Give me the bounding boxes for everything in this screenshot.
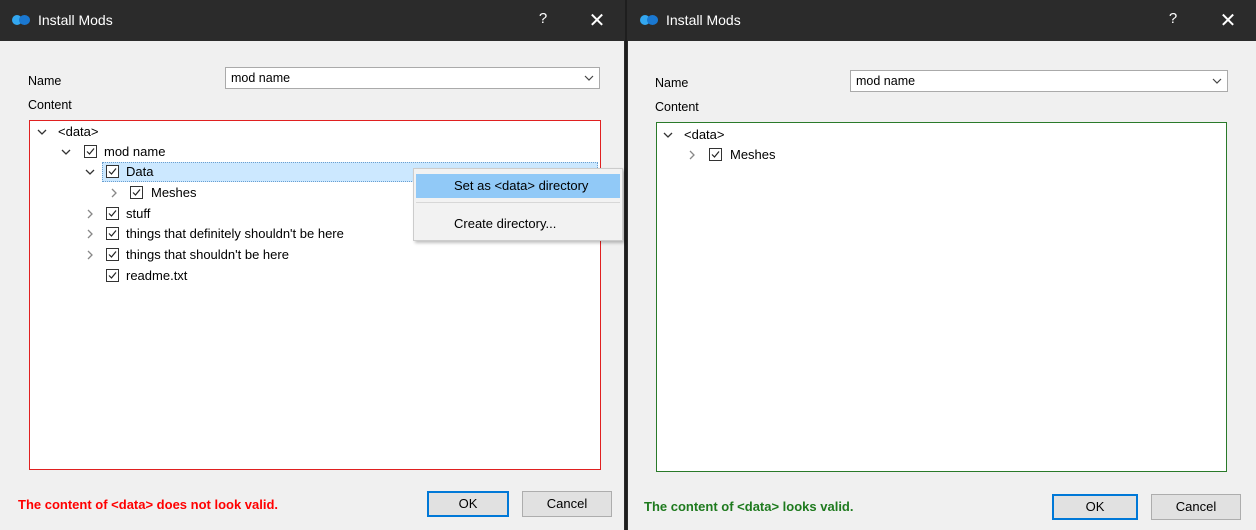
- checkmark-icon: [108, 230, 117, 237]
- tree-item-label: readme.txt: [126, 268, 188, 283]
- tree-row[interactable]: Meshes: [657, 145, 1226, 165]
- checkmark-icon: [108, 251, 117, 258]
- close-button[interactable]: ✕: [1213, 8, 1243, 32]
- menu-item-set-data-directory[interactable]: Set as <data> directory: [416, 174, 620, 198]
- title-bar: Install Mods ? ✕: [0, 0, 624, 41]
- tree-item-label: <data>: [58, 124, 99, 139]
- checkmark-icon: [86, 148, 95, 155]
- content-tree[interactable]: <data> Meshes: [656, 122, 1227, 472]
- tree-item-label: things that definitely shouldn't be here: [126, 226, 344, 241]
- context-menu: Set as <data> directory Create directory…: [413, 168, 623, 241]
- chevron-right-icon[interactable]: [84, 249, 96, 261]
- help-button[interactable]: ?: [1158, 10, 1188, 32]
- checkbox[interactable]: [84, 145, 97, 158]
- menu-item-create-directory[interactable]: Create directory...: [416, 212, 620, 236]
- name-value: mod name: [231, 71, 291, 85]
- checkmark-icon: [108, 168, 117, 175]
- tree-item-label: things that shouldn't be here: [126, 247, 289, 262]
- validation-status: The content of <data> does not look vali…: [18, 497, 279, 512]
- checkbox[interactable]: [130, 186, 143, 199]
- checkbox[interactable]: [106, 248, 119, 261]
- chevron-down-icon[interactable]: [36, 126, 48, 138]
- chevron-down-icon[interactable]: [662, 129, 674, 141]
- tree-item-label: stuff: [126, 206, 151, 221]
- ok-button[interactable]: OK: [427, 491, 509, 517]
- app-icon: [640, 15, 658, 25]
- checkbox[interactable]: [709, 148, 722, 161]
- chevron-right-icon[interactable]: [686, 149, 698, 161]
- checkbox[interactable]: [106, 227, 119, 240]
- checkbox[interactable]: [106, 269, 119, 282]
- checkmark-icon: [108, 210, 117, 217]
- checkbox[interactable]: [106, 165, 119, 178]
- checkmark-icon: [108, 272, 117, 279]
- chevron-right-icon[interactable]: [84, 228, 96, 240]
- name-value: mod name: [856, 74, 916, 88]
- tree-item-label: Meshes: [730, 147, 776, 162]
- name-combobox[interactable]: mod name: [850, 70, 1228, 92]
- chevron-right-icon[interactable]: [108, 187, 120, 199]
- tree-row[interactable]: things that shouldn't be here: [30, 245, 600, 265]
- chevron-right-icon[interactable]: [84, 208, 96, 220]
- help-button[interactable]: ?: [528, 10, 558, 32]
- app-icon: [12, 15, 30, 25]
- tree-item-label: Meshes: [151, 185, 197, 200]
- chevron-down-icon[interactable]: [60, 146, 72, 158]
- tree-item-label: mod name: [104, 144, 166, 159]
- chevron-down-icon: [1212, 78, 1222, 84]
- chevron-down-icon: [584, 75, 594, 81]
- tree-row[interactable]: mod name: [30, 142, 600, 162]
- cancel-button[interactable]: Cancel: [1151, 494, 1241, 520]
- tree-item-label: <data>: [684, 127, 725, 142]
- tree-item-label: Data: [126, 164, 154, 179]
- close-button[interactable]: ✕: [582, 8, 612, 32]
- menu-separator: [416, 202, 620, 203]
- title-bar: Install Mods ? ✕: [628, 0, 1256, 41]
- cancel-button[interactable]: Cancel: [522, 491, 612, 517]
- ok-button[interactable]: OK: [1052, 494, 1138, 520]
- chevron-down-icon[interactable]: [84, 166, 96, 178]
- validation-status: The content of <data> looks valid.: [644, 499, 854, 514]
- content-label: Content: [28, 98, 72, 112]
- name-label: Name: [655, 76, 689, 90]
- tree-row[interactable]: readme.txt: [30, 266, 600, 286]
- tree-row[interactable]: <data>: [657, 125, 1226, 145]
- checkmark-icon: [711, 151, 720, 158]
- window-title: Install Mods: [38, 12, 113, 28]
- checkbox[interactable]: [106, 207, 119, 220]
- checkmark-icon: [132, 189, 141, 196]
- name-combobox[interactable]: mod name: [225, 67, 600, 89]
- content-label: Content: [655, 100, 699, 114]
- tree-row[interactable]: <data>: [30, 122, 600, 142]
- window-title: Install Mods: [666, 12, 741, 28]
- install-mods-dialog-valid: Install Mods ? ✕ Name mod name Content <…: [628, 0, 1256, 530]
- name-label: Name: [28, 74, 62, 88]
- install-mods-dialog-invalid: Install Mods ? ✕ Name mod name Content <…: [0, 0, 624, 530]
